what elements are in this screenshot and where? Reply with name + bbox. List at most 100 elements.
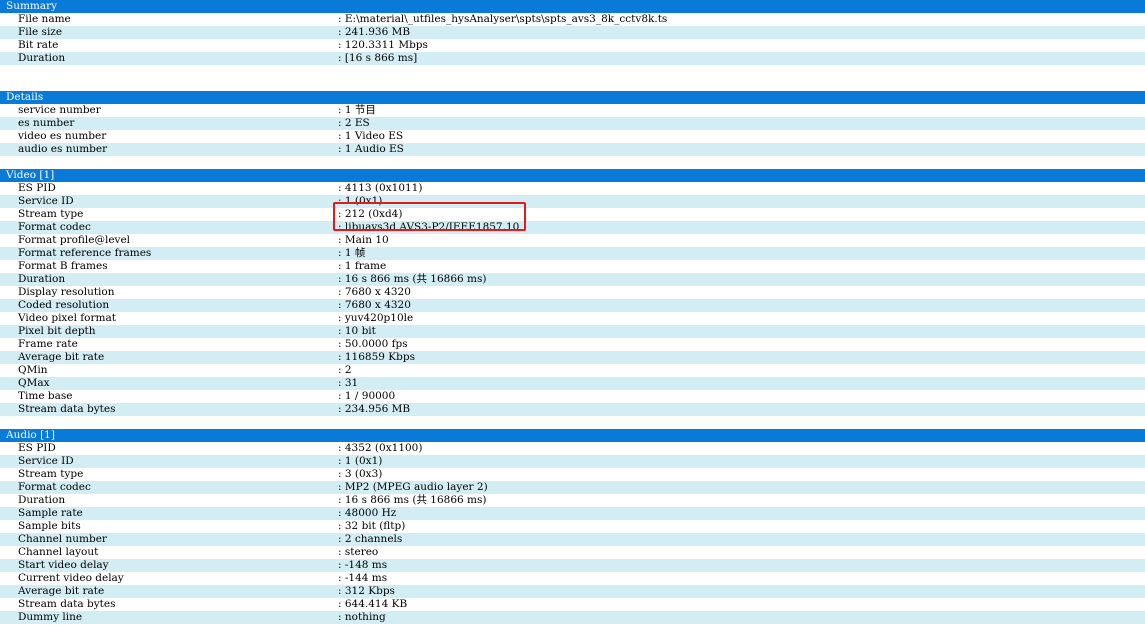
table-row[interactable]: Format codec : libuavs3d AVS3-P2/IEEE1857…: [0, 221, 1145, 234]
table-row[interactable]: QMax: 31: [0, 377, 1145, 390]
table-row[interactable]: Stream type: 3 (0x3): [0, 468, 1145, 481]
row-value: : MP2 (MPEG audio layer 2): [338, 481, 488, 493]
row-value: : 4352 (0x1100): [338, 442, 423, 454]
row-key: Format B frames: [18, 260, 108, 272]
row-value: : 116859 Kbps: [338, 351, 415, 363]
row-key: Channel number: [18, 533, 107, 545]
row-key: Pixel bit depth: [18, 325, 96, 337]
row-value: : libuavs3d AVS3-P2/IEEE1857.10: [338, 221, 520, 233]
row-value: : E:\material\_utfiles_hysAnalyser\spts\…: [338, 13, 668, 25]
table-row[interactable]: Display resolution: 7680 x 4320: [0, 286, 1145, 299]
row-key: es number: [18, 117, 75, 129]
table-row[interactable]: Duration : [16 s 866 ms]: [0, 52, 1145, 65]
row-value: : 212 (0xd4): [338, 208, 403, 220]
row-value: : 644.414 KB: [338, 598, 408, 610]
table-row[interactable]: Format reference frames : 1 帧: [0, 247, 1145, 260]
row-value: : 1 帧: [338, 247, 366, 259]
table-row[interactable]: Dummy line : nothing: [0, 611, 1145, 624]
row-key: Time base: [18, 390, 73, 402]
row-value: : Main 10: [338, 234, 389, 246]
table-row[interactable]: Pixel bit depth : 10 bit: [0, 325, 1145, 338]
table-row[interactable]: audio es number: 1 Audio ES: [0, 143, 1145, 156]
table-row[interactable]: QMin: 2: [0, 364, 1145, 377]
row-value: : 10 bit: [338, 325, 376, 337]
row-key: Format reference frames: [18, 247, 152, 259]
row-key: Dummy line: [18, 611, 83, 623]
table-row[interactable]: Coded resolution: 7680 x 4320: [0, 299, 1145, 312]
row-key: Duration: [18, 273, 66, 285]
table-row[interactable]: Format B frames : 1 frame: [0, 260, 1145, 273]
row-key: service number: [18, 104, 101, 116]
table-row[interactable]: Format profile@level: Main 10: [0, 234, 1145, 247]
row-value: : [16 s 866 ms]: [338, 52, 418, 64]
row-value: : 2 channels: [338, 533, 403, 545]
row-value: : 16 s 866 ms (共 16866 ms): [338, 273, 487, 285]
table-row[interactable]: Duration : 16 s 866 ms (共 16866 ms): [0, 273, 1145, 286]
row-key: Channel layout: [18, 546, 99, 558]
row-value: : 1 frame: [338, 260, 387, 272]
table-row[interactable]: Frame rate: 50.0000 fps: [0, 338, 1145, 351]
section-header-audio[interactable]: Audio [1]: [0, 429, 1145, 442]
row-key: Stream data bytes: [18, 403, 116, 415]
row-value: : stereo: [338, 546, 379, 558]
table-row[interactable]: Time base: 1 / 90000: [0, 390, 1145, 403]
row-value: : 120.3311 Mbps: [338, 39, 428, 51]
table-row[interactable]: Stream data bytes : 644.414 KB: [0, 598, 1145, 611]
row-key: Service ID: [18, 455, 74, 467]
table-row[interactable]: Channel number : 2 channels: [0, 533, 1145, 546]
row-value: : 32 bit (fltp): [338, 520, 406, 532]
table-row[interactable]: Duration: 16 s 866 ms (共 16866 ms): [0, 494, 1145, 507]
table-row[interactable]: Start video delay: -148 ms: [0, 559, 1145, 572]
section-gap: [0, 416, 1145, 429]
table-row[interactable]: Average bit rate: 312 Kbps: [0, 585, 1145, 598]
row-key: Video pixel format: [18, 312, 116, 324]
row-value: : 1 节目: [338, 104, 376, 116]
media-info-view: Summary File name : E:\material\_utfiles_…: [0, 0, 1145, 636]
section-header-summary[interactable]: Summary: [0, 0, 1145, 13]
row-value: : 241.936 MB: [338, 26, 411, 38]
table-row[interactable]: Format codec : MP2 (MPEG audio layer 2): [0, 481, 1145, 494]
table-row[interactable]: File name : E:\material\_utfiles_hysAnaly…: [0, 13, 1145, 26]
row-value: : 50.0000 fps: [338, 338, 408, 350]
table-row[interactable]: es number: 2 ES: [0, 117, 1145, 130]
table-row[interactable]: Channel layout : stereo: [0, 546, 1145, 559]
table-row[interactable]: service number : 1 节目: [0, 104, 1145, 117]
table-row[interactable]: Service ID: 1 (0x1): [0, 455, 1145, 468]
table-row[interactable]: Average bit rate : 116859 Kbps: [0, 351, 1145, 364]
row-key: Bit rate: [18, 39, 59, 51]
section-header-video[interactable]: Video [1]: [0, 169, 1145, 182]
row-value: : 234.956 MB: [338, 403, 411, 415]
section-header-details[interactable]: Details: [0, 91, 1145, 104]
row-key: File size: [18, 26, 63, 38]
row-key: File name: [18, 13, 71, 25]
row-key: Format codec: [18, 221, 91, 233]
table-row[interactable]: Stream data bytes : 234.956 MB: [0, 403, 1145, 416]
row-key: Average bit rate: [18, 351, 105, 363]
table-row[interactable]: video es number : 1 Video ES: [0, 130, 1145, 143]
row-key: ES PID: [18, 182, 56, 194]
row-value: : 4113 (0x1011): [338, 182, 423, 194]
table-row[interactable]: Video pixel format: yuv420p10le: [0, 312, 1145, 325]
table-row[interactable]: Current video delay: -144 ms: [0, 572, 1145, 585]
table-row[interactable]: ES PID : 4113 (0x1011): [0, 182, 1145, 195]
table-row[interactable]: Bit rate : 120.3311 Mbps: [0, 39, 1145, 52]
table-row[interactable]: ES PID: 4352 (0x1100): [0, 442, 1145, 455]
row-key: Format codec: [18, 481, 91, 493]
table-row[interactable]: Sample bits: 32 bit (fltp): [0, 520, 1145, 533]
row-value: : 1 Audio ES: [338, 143, 404, 155]
row-key: Sample rate: [18, 507, 83, 519]
table-row[interactable]: Service ID: 1 (0x1): [0, 195, 1145, 208]
row-key: video es number: [18, 130, 107, 142]
row-key: Duration: [18, 52, 66, 64]
row-key: Stream data bytes: [18, 598, 116, 610]
table-row[interactable]: Stream type: 212 (0xd4): [0, 208, 1145, 221]
table-row[interactable]: File size : 241.936 MB: [0, 26, 1145, 39]
row-value: : nothing: [338, 611, 386, 623]
table-row[interactable]: Sample rate : 48000 Hz: [0, 507, 1145, 520]
row-value: : 1 Video ES: [338, 130, 404, 142]
row-value: : 31: [338, 377, 359, 389]
row-value: : 48000 Hz: [338, 507, 397, 519]
row-key: Start video delay: [18, 559, 109, 571]
section-gap: [0, 78, 1145, 91]
row-key: Display resolution: [18, 286, 115, 298]
